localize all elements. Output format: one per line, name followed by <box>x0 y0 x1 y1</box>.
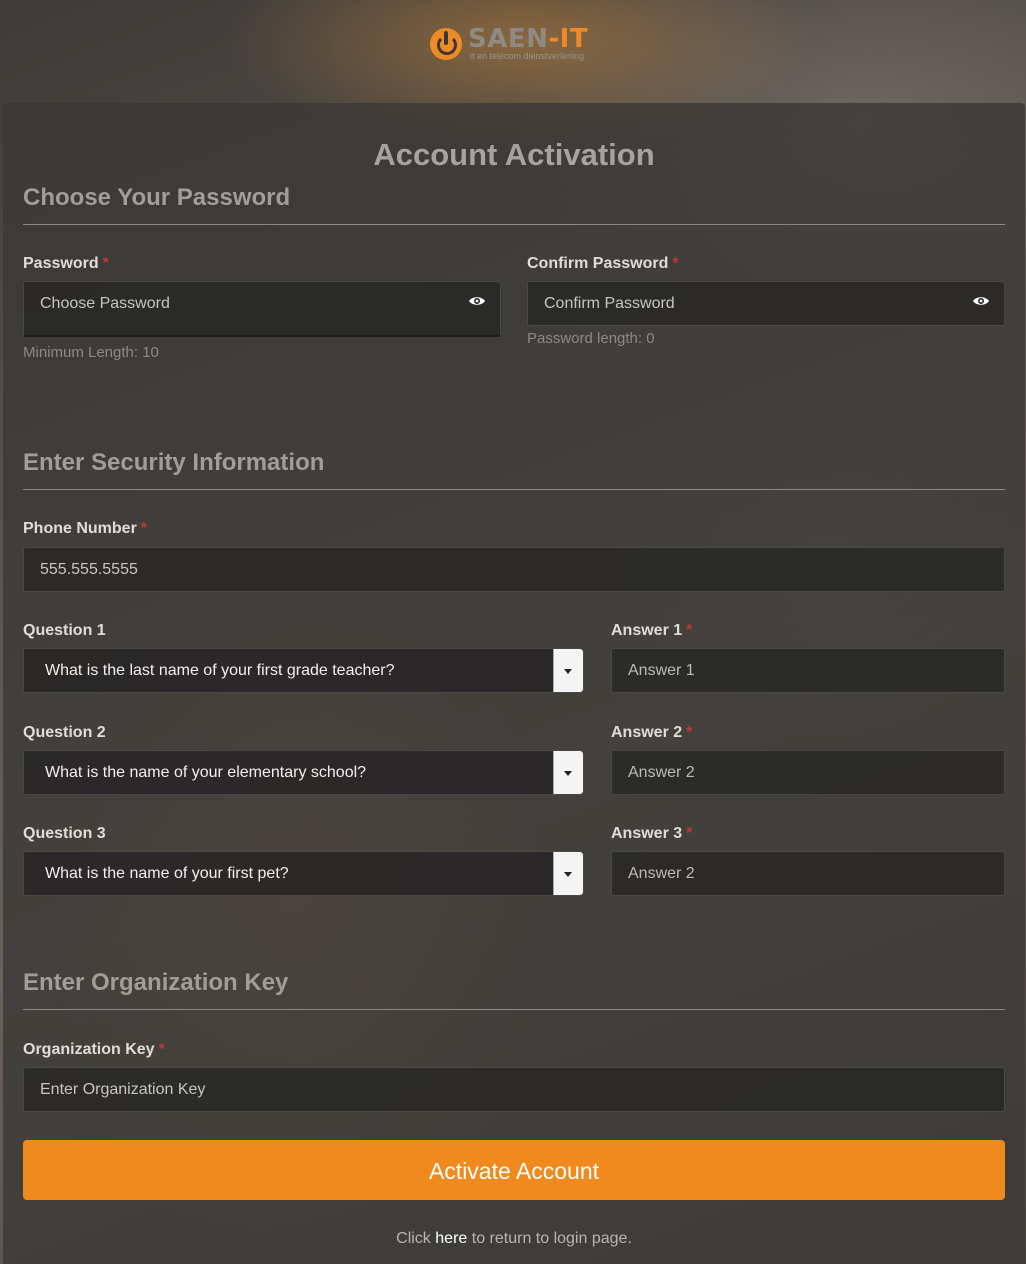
logo-tagline: it en telecom dienstverlening <box>470 51 585 61</box>
organization-key-placeholder: Enter Organization Key <box>40 1081 206 1098</box>
caret-down-icon <box>564 669 572 674</box>
dropdown-toggle[interactable] <box>553 649 583 692</box>
answer-3-placeholder: Answer 2 <box>628 865 695 882</box>
question-1-value: What is the last name of your first grad… <box>45 662 395 679</box>
required-marker: * <box>686 724 693 741</box>
answer-2-label: Answer 2 * <box>611 724 692 742</box>
activate-account-button[interactable]: Activate Account <box>23 1140 1005 1200</box>
logo-text: SAEN-IT it en telecom dienstverlening <box>468 24 588 61</box>
answer-3-label-text: Answer 3 <box>611 825 683 842</box>
divider <box>23 1009 1005 1010</box>
confirm-password-placeholder: Confirm Password <box>544 295 675 312</box>
question-3-label: Question 3 <box>23 825 106 842</box>
answer-1-label: Answer 1 * <box>611 622 692 640</box>
answer-2-label-text: Answer 2 <box>611 724 683 741</box>
required-marker: * <box>102 255 109 272</box>
organization-key-label: Organization Key * <box>23 1041 165 1059</box>
answer-1-field[interactable]: Answer 1 <box>611 648 1005 693</box>
question-1-select[interactable]: What is the last name of your first grad… <box>23 648 584 693</box>
divider <box>23 224 1005 225</box>
logo-wordmark-part1: SAEN <box>468 24 549 54</box>
caret-down-icon <box>564 872 572 877</box>
dropdown-toggle[interactable] <box>553 852 583 895</box>
question-2-select[interactable]: What is the name of your elementary scho… <box>23 750 584 795</box>
phone-field[interactable]: 555.555.5555 <box>23 547 1005 592</box>
password-placeholder: Choose Password <box>40 295 170 312</box>
answer-3-field[interactable]: Answer 2 <box>611 851 1005 896</box>
required-marker: * <box>672 255 679 272</box>
caret-down-icon <box>564 771 572 776</box>
phone-label: Phone Number * <box>23 520 147 538</box>
answer-3-label: Answer 3 * <box>611 825 692 843</box>
eye-icon[interactable] <box>972 295 990 307</box>
question-2-value: What is the name of your elementary scho… <box>45 764 367 781</box>
confirm-password-label: Confirm Password * <box>527 255 679 273</box>
password-label: Password * <box>23 255 109 273</box>
required-marker: * <box>686 825 693 842</box>
brand-logo[interactable]: SAEN-IT it en telecom dienstverlening <box>430 24 588 66</box>
login-link[interactable]: here <box>435 1230 467 1247</box>
phone-label-text: Phone Number <box>23 520 137 537</box>
question-3-value: What is the name of your first pet? <box>45 865 289 882</box>
required-marker: * <box>686 622 693 639</box>
confirm-password-field[interactable]: Confirm Password <box>527 281 1005 326</box>
section-heading-password: Choose Your Password <box>23 184 291 211</box>
page-title: Account Activation <box>373 137 655 172</box>
question-1-label: Question 1 <box>23 622 106 639</box>
logo-wordmark: SAEN-IT <box>468 24 588 54</box>
question-3-select[interactable]: What is the name of your first pet? <box>23 851 584 896</box>
password-field[interactable]: Choose Password <box>23 281 501 337</box>
answer-2-placeholder: Answer 2 <box>628 764 695 781</box>
divider <box>23 489 1005 490</box>
answer-2-field[interactable]: Answer 2 <box>611 750 1005 795</box>
required-marker: * <box>140 520 148 537</box>
section-heading-security: Enter Security Information <box>23 449 325 476</box>
footer-prefix: Click <box>396 1230 431 1247</box>
footer-text: Click here to return to login page. <box>3 1230 1025 1248</box>
activation-panel: Account Activation Choose Your Password … <box>3 103 1025 1264</box>
password-label-text: Password <box>23 255 99 272</box>
required-marker: * <box>158 1041 165 1058</box>
password-hint: Minimum Length: 10 <box>23 344 159 361</box>
dropdown-toggle[interactable] <box>553 751 583 794</box>
question-2-label: Question 2 <box>23 724 106 741</box>
answer-1-placeholder: Answer 1 <box>628 662 695 679</box>
organization-key-label-text: Organization Key <box>23 1041 155 1058</box>
confirm-password-hint: Password length: 0 <box>527 330 655 347</box>
confirm-password-label-text: Confirm Password <box>527 255 669 272</box>
eye-icon[interactable] <box>468 295 486 307</box>
answer-1-label-text: Answer 1 <box>611 622 683 639</box>
phone-placeholder: 555.555.5555 <box>40 561 138 578</box>
top-bar: SAEN-IT it en telecom dienstverlening <box>0 0 1026 103</box>
logo-wordmark-part2: -IT <box>548 24 589 54</box>
power-icon <box>430 28 462 60</box>
footer-suffix: to return to login page. <box>471 1230 632 1247</box>
section-heading-organization: Enter Organization Key <box>23 969 289 996</box>
organization-key-field[interactable]: Enter Organization Key <box>23 1067 1005 1112</box>
